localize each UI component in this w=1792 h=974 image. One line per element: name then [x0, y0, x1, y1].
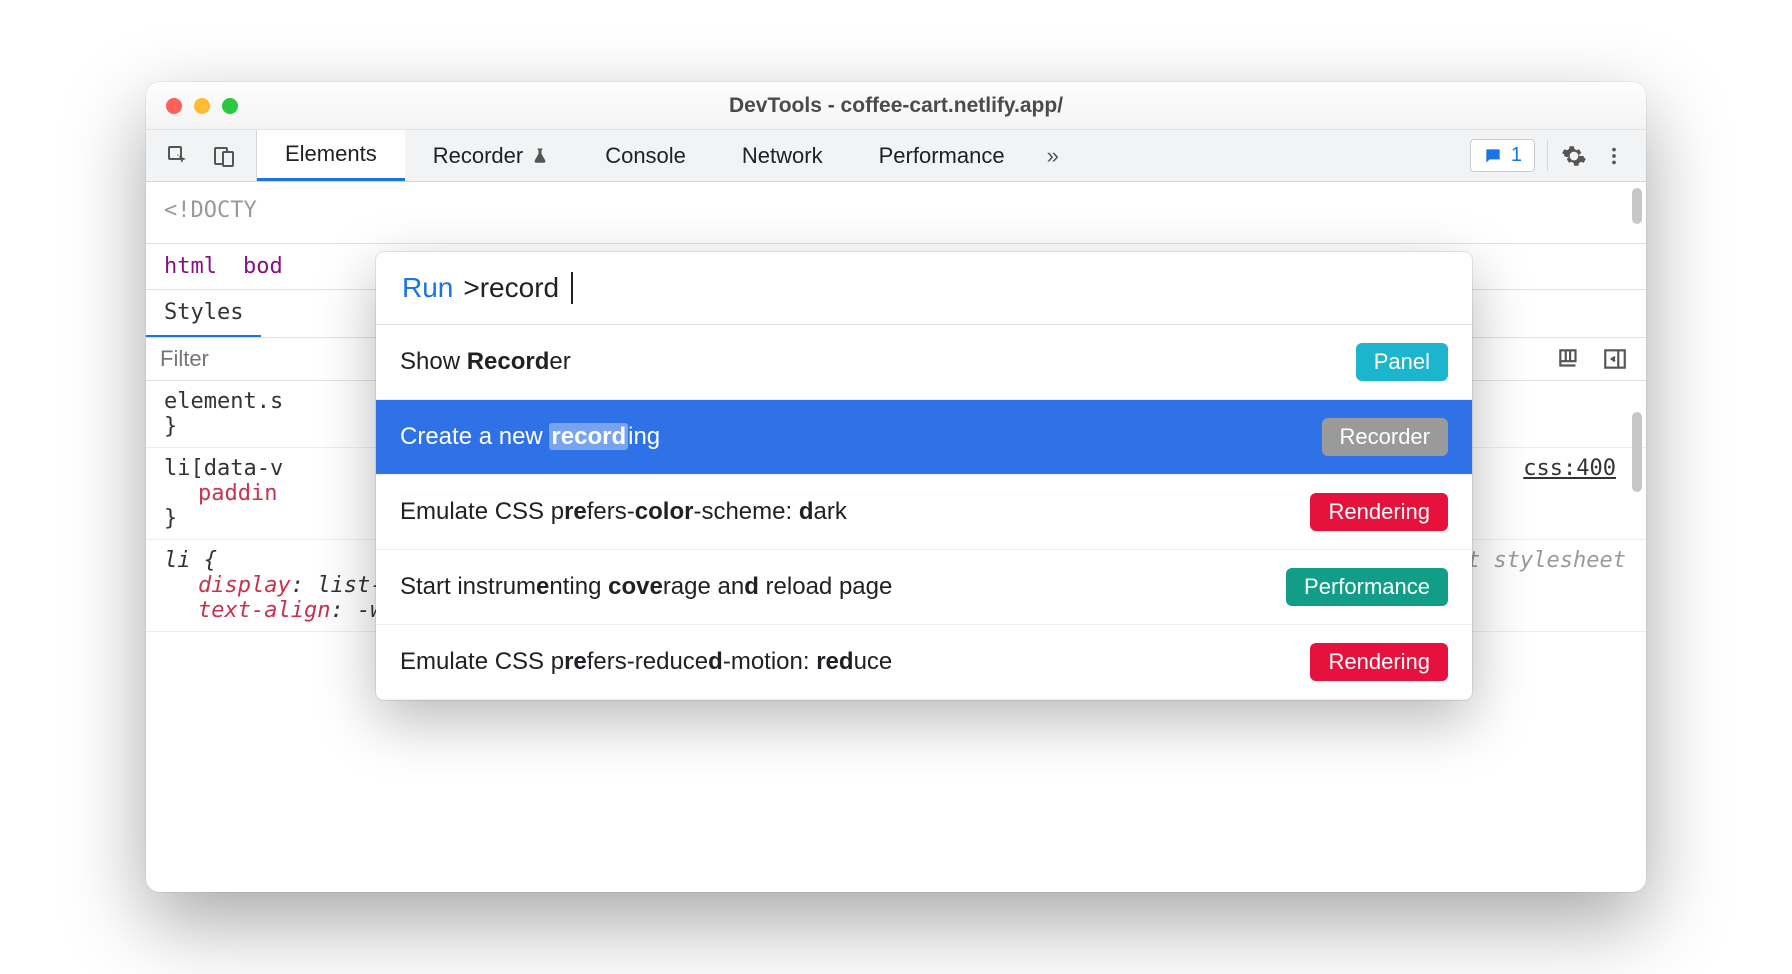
toggle-sidebar-icon[interactable]	[1602, 346, 1628, 372]
tab-label: Recorder	[433, 143, 523, 169]
palette-item-list: Show Recorder Panel Create a new recording…	[376, 325, 1472, 700]
more-tabs-button[interactable]: »	[1033, 130, 1073, 181]
flask-icon	[531, 147, 549, 165]
palette-item-badge: Recorder	[1322, 418, 1448, 456]
titlebar: DevTools - coffee-cart.netlify.app/	[146, 82, 1646, 130]
palette-item[interactable]: Emulate CSS prefers-color-scheme: dark Re…	[376, 475, 1472, 550]
divider	[1547, 140, 1548, 171]
doctype-line: <!DOCTY	[146, 196, 1646, 225]
panel-tabs: Elements Recorder Console Network Perfor…	[257, 130, 1073, 181]
tab-label: Performance	[879, 143, 1005, 169]
tab-label: Elements	[285, 141, 377, 167]
tab-label: Network	[742, 143, 823, 169]
palette-item[interactable]: Create a new recording Recorder	[376, 400, 1472, 475]
palette-item-badge: Rendering	[1310, 493, 1448, 531]
issues-icon	[1483, 146, 1503, 166]
breadcrumb-item[interactable]: bod	[243, 254, 283, 279]
settings-icon[interactable]	[1560, 142, 1588, 170]
device-toolbar-icon[interactable]	[210, 142, 238, 170]
caret	[571, 272, 573, 304]
palette-item-label: Start instrumenting coverage and reload …	[400, 573, 892, 601]
palette-item-label: Emulate CSS prefers-color-scheme: dark	[400, 498, 847, 526]
css-source-link[interactable]: css:400	[1523, 456, 1628, 481]
palette-item-label: Emulate CSS prefers-reduced-motion: redu…	[400, 648, 892, 676]
palette-item[interactable]: Show Recorder Panel	[376, 325, 1472, 400]
window-title: DevTools - coffee-cart.netlify.app/	[146, 94, 1646, 118]
issues-badge[interactable]: 1	[1470, 139, 1535, 172]
palette-item[interactable]: Emulate CSS prefers-reduced-motion: redu…	[376, 625, 1472, 700]
tab-label: Console	[605, 143, 686, 169]
palette-prefix: Run	[402, 272, 453, 304]
tab-console[interactable]: Console	[577, 130, 714, 181]
devtools-window: DevTools - coffee-cart.netlify.app/ Elem…	[146, 82, 1646, 892]
palette-item-badge: Performance	[1286, 568, 1448, 606]
palette-item-badge: Panel	[1356, 343, 1448, 381]
palette-input[interactable]: Run >record	[376, 252, 1472, 325]
styles-tab[interactable]: Styles	[146, 290, 261, 335]
kebab-menu-icon[interactable]	[1600, 142, 1628, 170]
palette-item[interactable]: Start instrumenting coverage and reload …	[376, 550, 1472, 625]
tabbar: Elements Recorder Console Network Perfor…	[146, 130, 1646, 182]
palette-item-badge: Rendering	[1310, 643, 1448, 681]
tab-recorder[interactable]: Recorder	[405, 130, 577, 181]
main-panel: <!DOCTY html bod Styles element.s }	[146, 182, 1646, 892]
tab-performance[interactable]: Performance	[851, 130, 1033, 181]
issues-count: 1	[1511, 144, 1522, 167]
inspect-element-icon[interactable]	[164, 142, 192, 170]
breadcrumb-item[interactable]: html	[164, 254, 217, 279]
command-palette: Run >record Show Recorder Panel Create a n…	[376, 252, 1472, 700]
palette-query: >record	[463, 272, 559, 304]
tab-network[interactable]: Network	[714, 130, 851, 181]
hover-state-icon[interactable]	[1556, 346, 1582, 372]
palette-item-label: Show Recorder	[400, 348, 571, 376]
scrollbar-thumb[interactable]	[1632, 412, 1642, 492]
tabbar-tools	[146, 130, 257, 181]
palette-item-label: Create a new recording	[400, 423, 660, 451]
tab-elements[interactable]: Elements	[257, 130, 405, 181]
